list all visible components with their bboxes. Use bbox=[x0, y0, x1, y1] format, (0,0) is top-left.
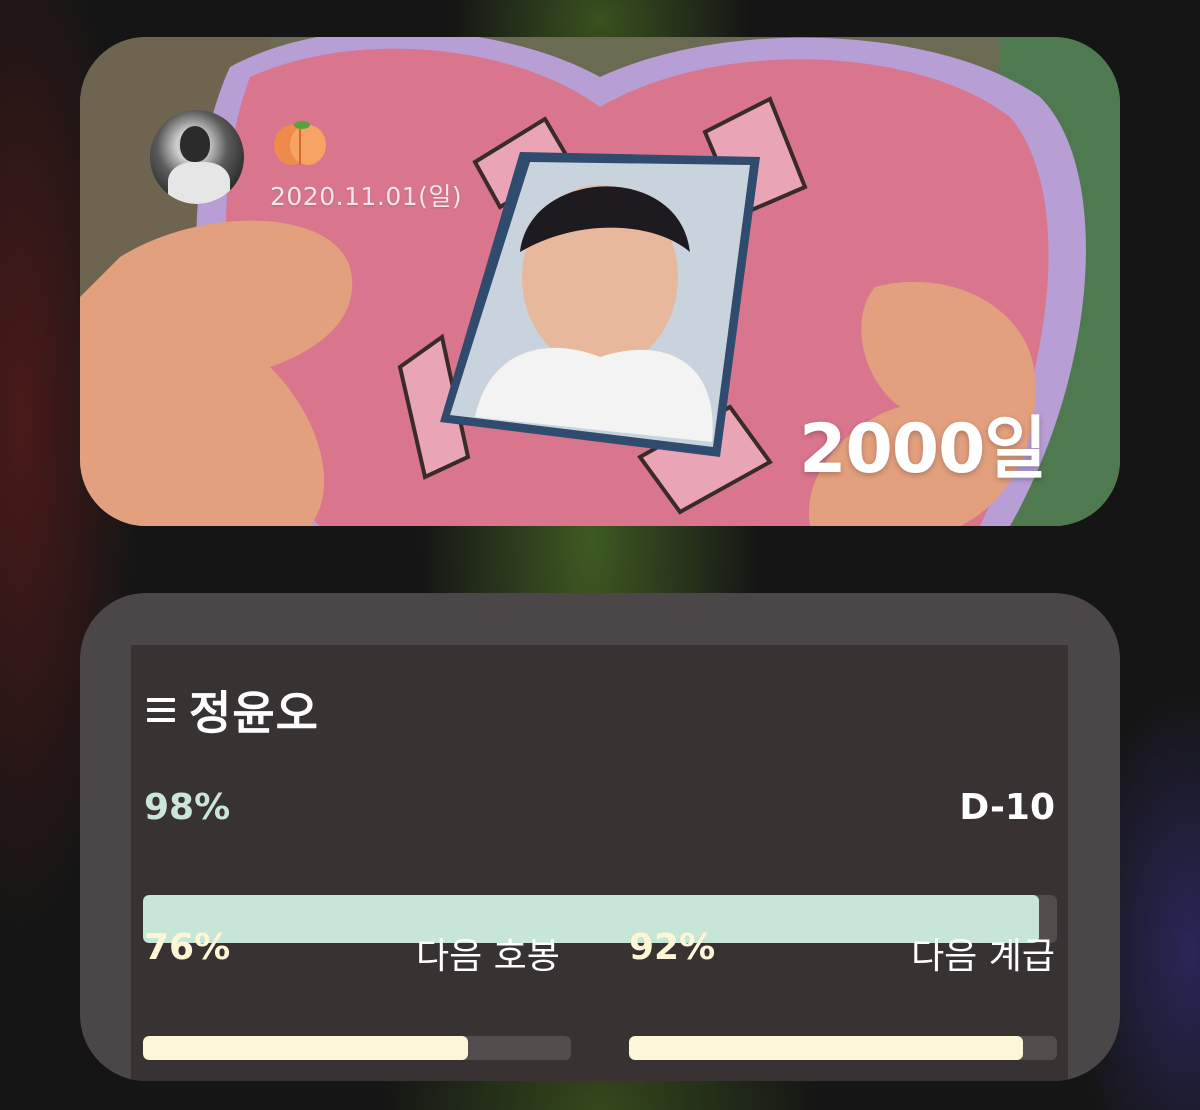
next-rank-label: 다음 계급 bbox=[911, 936, 1055, 977]
panel-header: 정윤오 bbox=[147, 677, 319, 743]
peach-icon bbox=[272, 115, 328, 165]
next-step-progress-fill bbox=[143, 1036, 469, 1060]
d-day-label: D-10 bbox=[959, 787, 1055, 828]
next-step-progress-bar bbox=[143, 1036, 571, 1060]
next-rank-progress-bar bbox=[629, 1036, 1057, 1060]
next-rank-percent: 92% bbox=[629, 927, 716, 968]
service-progress-widget[interactable]: 정윤오 98% D-10 76% 다음 호봉 92% 다음 계급 bbox=[80, 593, 1120, 1081]
start-date: 2020.11.01(일) bbox=[270, 182, 463, 211]
day-count: 2000일 bbox=[799, 410, 1047, 489]
avatar bbox=[150, 110, 244, 204]
person-name: 정윤오 bbox=[189, 686, 319, 740]
next-rank-progress-fill bbox=[629, 1036, 1023, 1060]
service-progress-fill bbox=[143, 895, 1039, 943]
list-icon bbox=[147, 698, 175, 722]
next-step-label: 다음 호봉 bbox=[416, 936, 560, 977]
progress-panel: 정윤오 98% D-10 76% 다음 호봉 92% 다음 계급 bbox=[131, 645, 1068, 1081]
next-step-percent: 76% bbox=[144, 927, 231, 968]
anniversary-widget[interactable]: 2020.11.01(일) 2000일 bbox=[80, 37, 1120, 526]
service-percent: 98% bbox=[144, 787, 231, 828]
